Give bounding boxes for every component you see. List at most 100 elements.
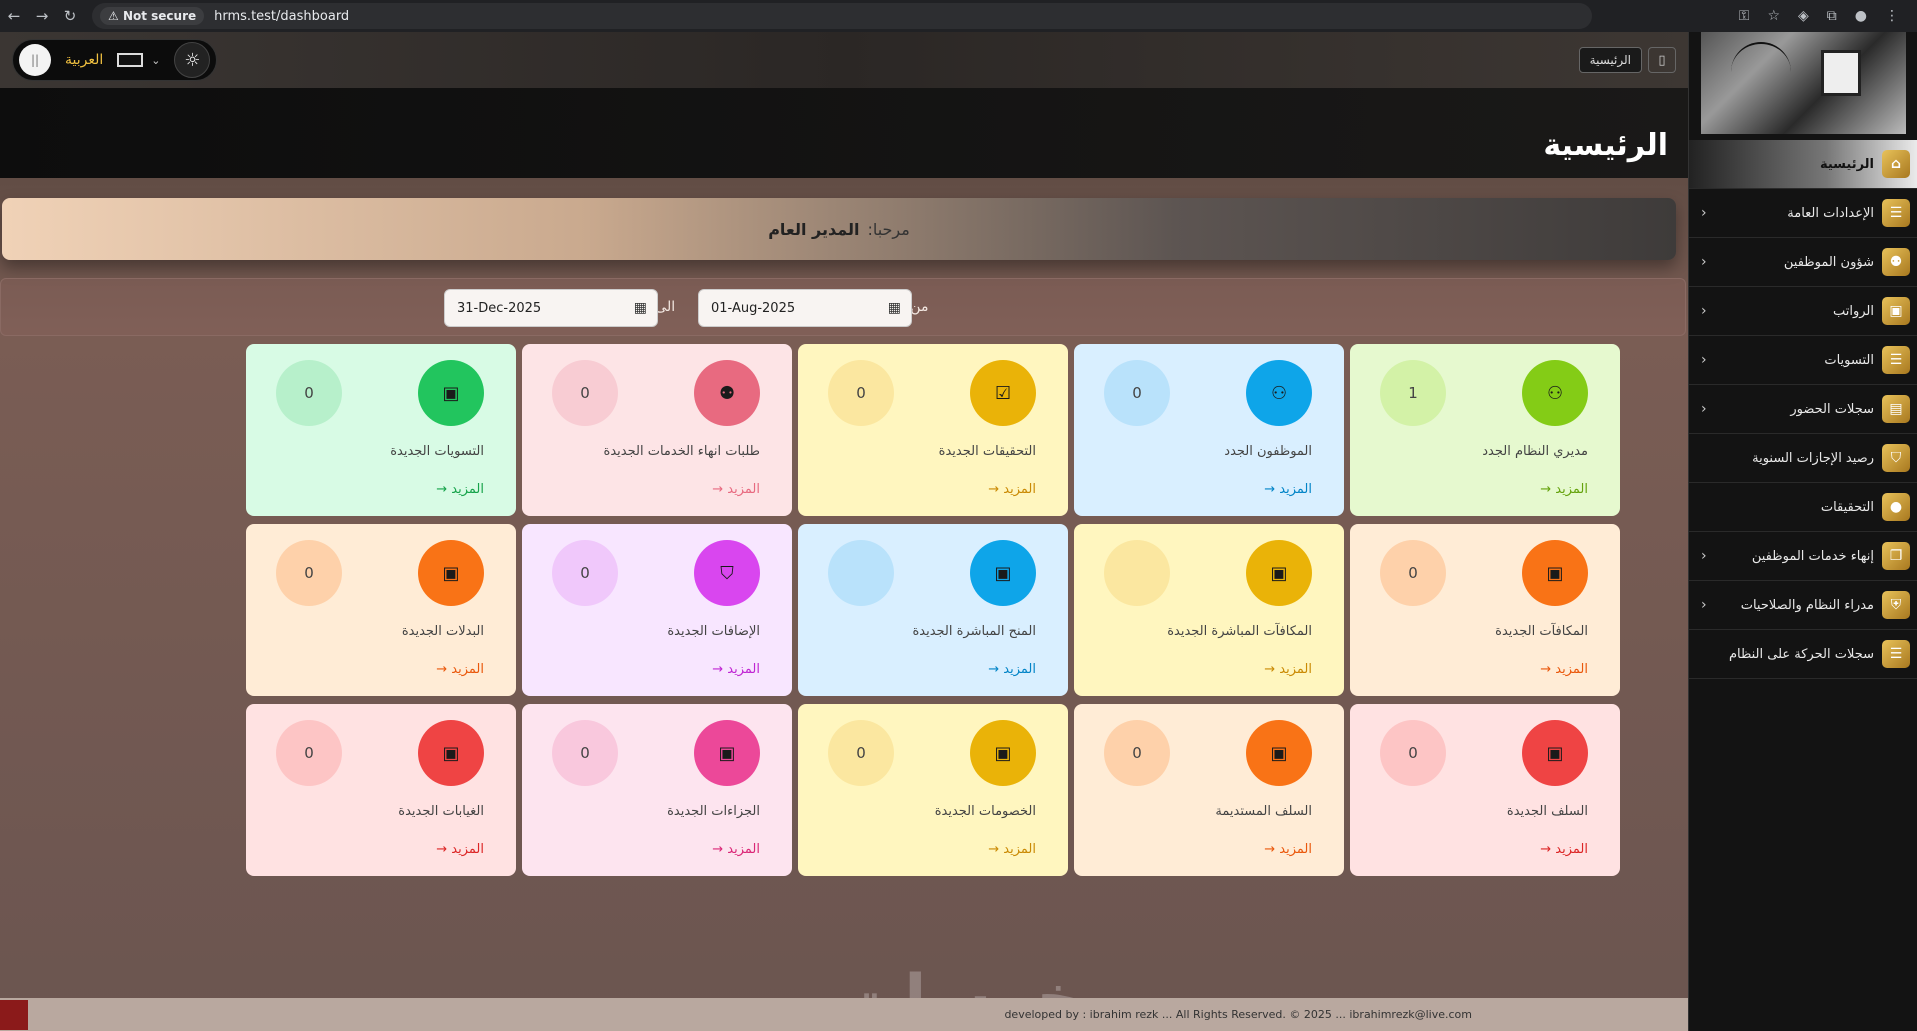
top-controls: || العربية ⌄ ☼ <box>12 39 218 81</box>
money-icon: ▣ <box>1246 720 1312 786</box>
money-icon: ▣ <box>1882 297 1910 325</box>
reload-icon[interactable]: ↻ <box>56 7 84 25</box>
more-link[interactable]: المزيد → <box>1264 842 1312 857</box>
stat-card: ▣ المنح المباشرة الجديدة المزيد → <box>798 524 1068 696</box>
app: || العربية ⌄ ☼ الرئيسية ▯ الرئيسية مرحبا… <box>0 32 1917 1031</box>
pause-icon[interactable]: || <box>19 44 51 76</box>
stat-count: 0 <box>1104 720 1170 786</box>
breadcrumb-home[interactable]: الرئيسية <box>1578 47 1642 73</box>
sidebar-hero-image <box>1701 32 1906 134</box>
chevron-left-icon[interactable]: ‹ <box>1701 303 1707 319</box>
chevron-left-icon[interactable]: ‹ <box>1701 205 1707 221</box>
sidebar-item[interactable]: ☰ التسويات ‹ <box>1689 336 1917 385</box>
stat-count: 0 <box>828 360 894 426</box>
more-link[interactable]: المزيد → <box>1540 662 1588 677</box>
breadcrumb: الرئيسية ▯ <box>1578 47 1676 73</box>
not-secure-badge[interactable]: ⚠ Not secure <box>100 7 205 25</box>
stat-count: 0 <box>1104 360 1170 426</box>
chevron-left-icon[interactable]: ‹ <box>1701 254 1707 270</box>
extension-icon[interactable]: ◈ <box>1798 8 1809 24</box>
more-link[interactable]: المزيد → <box>1540 482 1588 497</box>
more-link[interactable]: المزيد → <box>988 842 1036 857</box>
calendar-icon[interactable]: ▦ <box>888 300 901 316</box>
welcome-name: المدير العام <box>768 219 860 239</box>
sidebar-item[interactable]: ● التحقيقات <box>1689 483 1917 532</box>
back-icon[interactable]: ← <box>0 7 28 25</box>
stat-label: مديري النظام الجدد <box>1482 444 1588 459</box>
stat-count: 0 <box>276 540 342 606</box>
stat-label: الخصومات الجديدة <box>934 804 1036 819</box>
sidebar-item[interactable]: ⚉ شؤون الموظفين ‹ <box>1689 238 1917 287</box>
clipboard-check-icon: ☑ <box>970 360 1036 426</box>
stat-label: الغيابات الجديدة <box>398 804 484 819</box>
stat-label: السلف الجديدة <box>1506 804 1588 819</box>
sidebar-item[interactable]: ▤ سجلات الحضور ‹ <box>1689 385 1917 434</box>
puzzle-icon[interactable]: ⧉ <box>1827 8 1837 24</box>
sidebar-toggle-icon[interactable]: ▯ <box>1648 47 1676 73</box>
sidebar-item[interactable]: ⌂ الرئيسية <box>1689 140 1917 189</box>
profile-icon[interactable]: ● <box>1855 8 1867 24</box>
more-link[interactable]: المزيد → <box>988 482 1036 497</box>
more-link[interactable]: المزيد → <box>1264 482 1312 497</box>
footer: developed by : ibrahim rezk ... All Righ… <box>0 998 1688 1031</box>
calendar-icon: ▤ <box>1882 395 1910 423</box>
more-link[interactable]: المزيد → <box>436 842 484 857</box>
sidebar-item[interactable]: ▣ الرواتب ‹ <box>1689 287 1917 336</box>
money-icon: ▣ <box>1522 720 1588 786</box>
chevron-left-icon[interactable]: ‹ <box>1701 352 1707 368</box>
more-link[interactable]: المزيد → <box>712 842 760 857</box>
home-icon: ⌂ <box>1882 150 1910 178</box>
welcome-prefix: مرحبا: <box>867 219 910 239</box>
chevron-left-icon[interactable]: ‹ <box>1701 597 1707 613</box>
stat-count: 0 <box>1380 540 1446 606</box>
money-icon: ▣ <box>970 720 1036 786</box>
menu-icon[interactable]: ⋮ <box>1885 8 1899 24</box>
chevron-left-icon[interactable]: ‹ <box>1701 401 1707 417</box>
stat-label: الجزاءات الجديدة <box>667 804 760 819</box>
address-bar[interactable]: ⚠ Not secure hrms.test/dashboard <box>92 3 1592 29</box>
from-date-input[interactable]: 01-Aug-2025 ▦ <box>698 289 912 327</box>
url-text[interactable]: hrms.test/dashboard <box>214 9 349 24</box>
copy-icon: ❐ <box>1882 542 1910 570</box>
chevron-down-icon[interactable]: ⌄ <box>151 54 166 67</box>
more-link[interactable]: المزيد → <box>1540 842 1588 857</box>
key-icon[interactable]: ⚿ <box>1739 8 1750 24</box>
sidebar-item[interactable]: ☰ الإعدادات العامة ‹ <box>1689 189 1917 238</box>
page-title: الرئيسية <box>1543 128 1668 163</box>
forward-icon[interactable]: → <box>28 7 56 25</box>
sidebar-item[interactable]: ⛨ مدراء النظام والصلاحيات ‹ <box>1689 581 1917 630</box>
stat-card: ⚇ 1 مديري النظام الجدد المزيد → <box>1350 344 1620 516</box>
stat-label: التسويات الجديدة <box>390 444 484 459</box>
more-link[interactable]: المزيد → <box>436 482 484 497</box>
stat-card: ▣ 0 المكافآت الجديدة المزيد → <box>1350 524 1620 696</box>
more-link[interactable]: المزيد → <box>712 482 760 497</box>
money-icon: ▣ <box>418 540 484 606</box>
more-link[interactable]: المزيد → <box>1264 662 1312 677</box>
bag-icon: ⛉ <box>1882 444 1910 472</box>
to-date-value: 31-Dec-2025 <box>457 300 542 316</box>
from-date-value: 01-Aug-2025 <box>711 300 796 316</box>
sidebar-item-label: سجلات الحركة على النظام <box>1728 646 1874 662</box>
sidebar-item[interactable]: ❐ إنهاء خدمات الموظفين ‹ <box>1689 532 1917 581</box>
money-icon: ▣ <box>1246 540 1312 606</box>
sidebar-item[interactable]: ⛉ رصيد الإجازات السنوية <box>1689 434 1917 483</box>
stat-card: ⚉ 0 طلبات انهاء الخدمات الجديدة المزيد → <box>522 344 792 516</box>
star-icon[interactable]: ☆ <box>1767 8 1780 24</box>
language-selector[interactable]: العربية <box>59 52 109 68</box>
money-icon: ▣ <box>418 360 484 426</box>
calendar-icon[interactable]: ▦ <box>634 300 647 316</box>
stat-count: 0 <box>552 360 618 426</box>
stat-count <box>828 540 894 606</box>
more-link[interactable]: المزيد → <box>436 662 484 677</box>
more-link[interactable]: المزيد → <box>988 662 1036 677</box>
flag-icon <box>117 53 144 67</box>
money-icon: ▣ <box>694 720 760 786</box>
sidebar-item-label: شؤون الموظفين <box>1783 254 1874 270</box>
theme-toggle-sun-icon[interactable]: ☼ <box>174 42 211 78</box>
date-filter: من تاريخ 01-Aug-2025 ▦ الى تاريخ 31-Dec-… <box>0 278 1686 336</box>
to-date-input[interactable]: 31-Dec-2025 ▦ <box>444 289 658 327</box>
sidebar-item-label: الإعدادات العامة <box>1787 205 1874 221</box>
more-link[interactable]: المزيد → <box>712 662 760 677</box>
chevron-left-icon[interactable]: ‹ <box>1701 548 1707 564</box>
sidebar-item[interactable]: ☰ سجلات الحركة على النظام <box>1689 630 1917 679</box>
